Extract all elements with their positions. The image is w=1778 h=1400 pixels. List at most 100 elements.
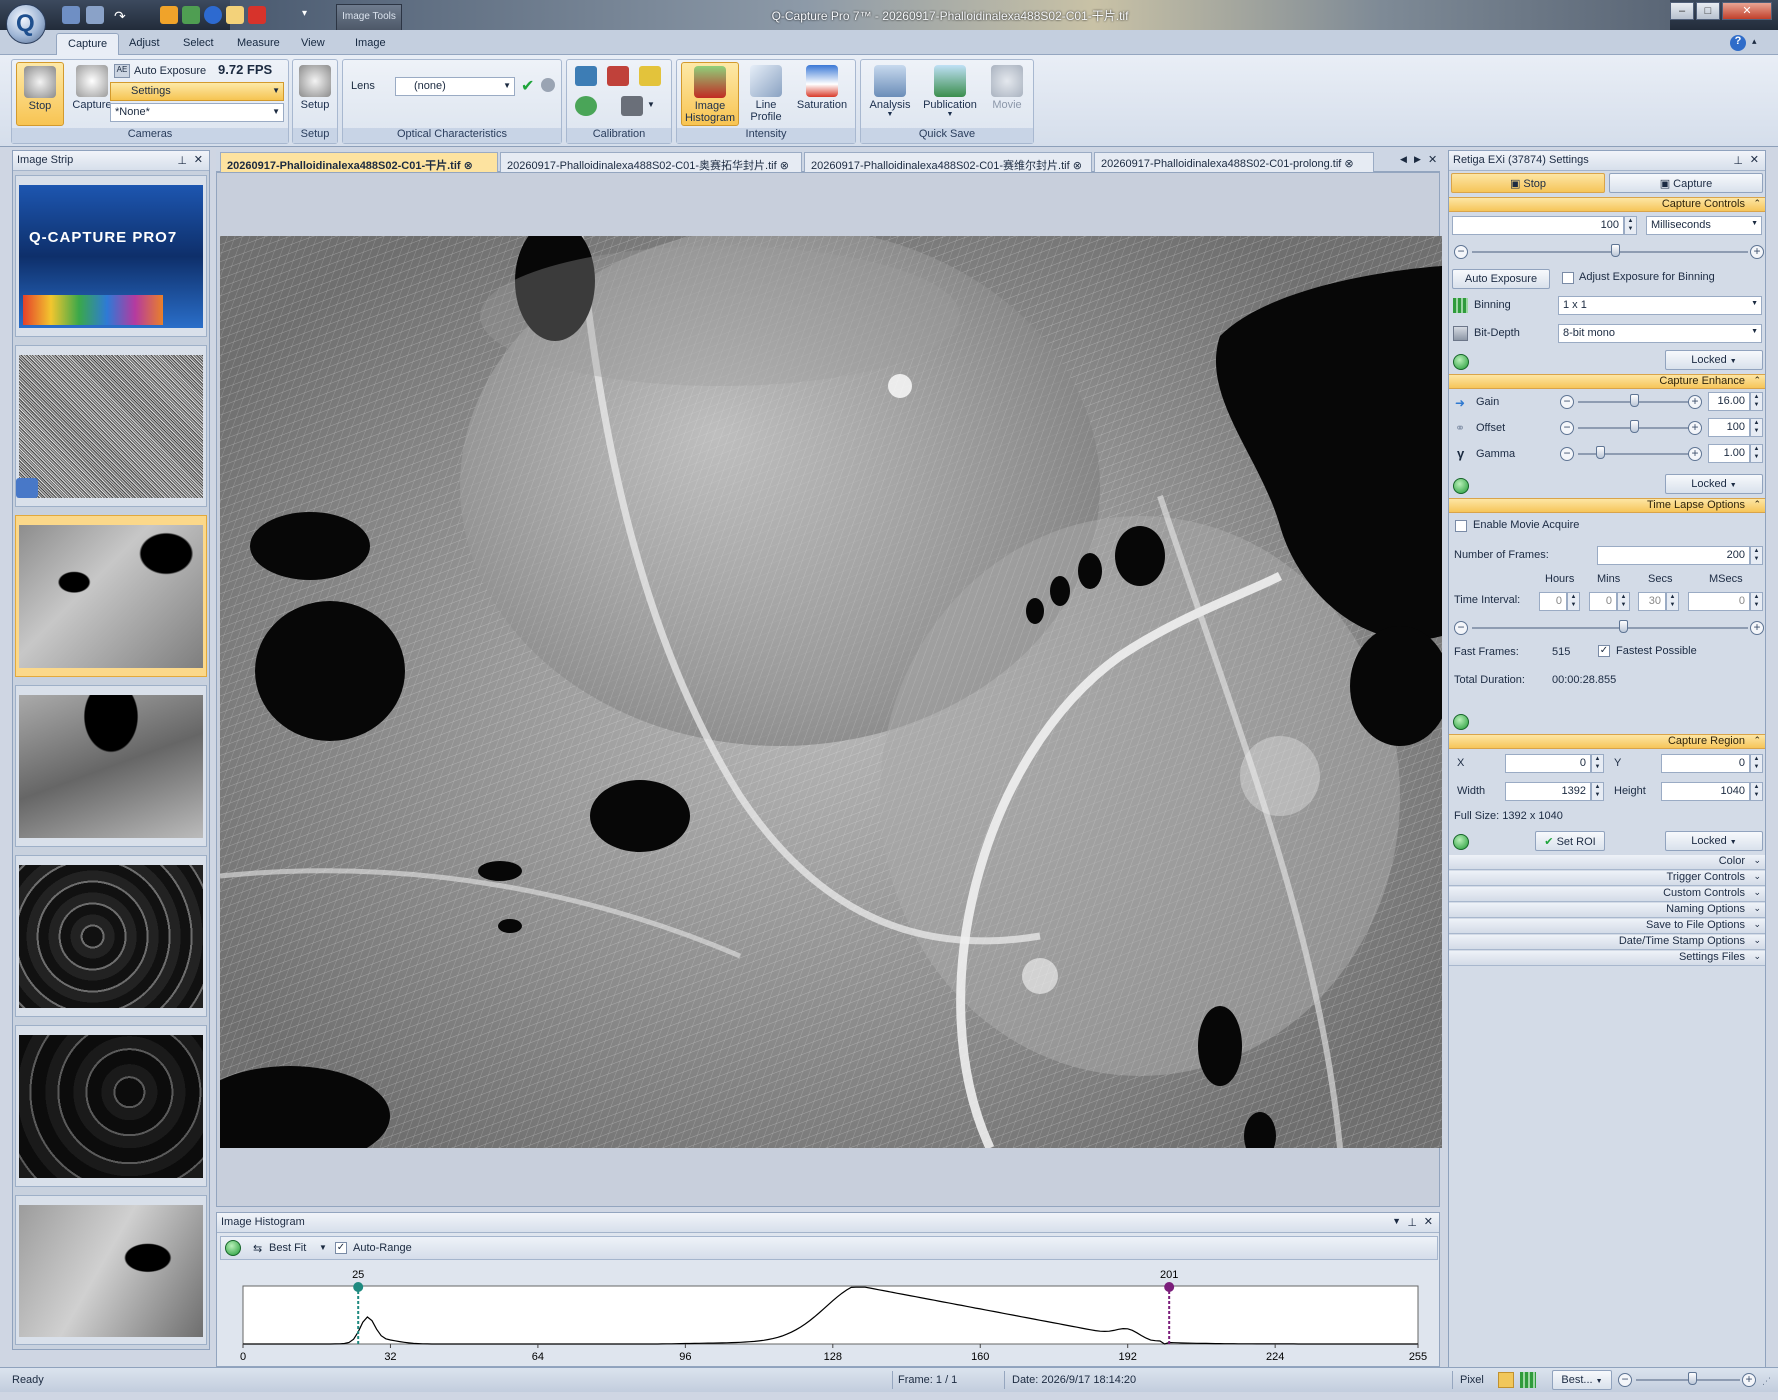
- exposure-input[interactable]: 100: [1452, 216, 1624, 235]
- preset-dropdown[interactable]: *None* ▼: [110, 103, 284, 122]
- gain-decrease-button[interactable]: −: [1560, 395, 1574, 409]
- thumbnail-image[interactable]: [15, 685, 207, 847]
- pointer-icon[interactable]: [226, 6, 244, 24]
- grid-view-icon[interactable]: [1520, 1372, 1536, 1388]
- exposure-unit-dropdown[interactable]: Milliseconds ▼: [1646, 216, 1762, 235]
- high-marker-handle[interactable]: [1164, 1282, 1175, 1292]
- capture-region-lock-dropdown[interactable]: Locked ▼: [1665, 831, 1763, 851]
- gain-spinner[interactable]: ▲ ▼: [1750, 392, 1763, 411]
- document-tab[interactable]: 20260917-Phalloidinalexa488S02-C01-干片.ti…: [220, 152, 498, 172]
- tool-icon[interactable]: [182, 6, 200, 24]
- saturation-button[interactable]: Saturation: [791, 62, 853, 126]
- close-icon[interactable]: ⊗: [464, 160, 473, 172]
- new-icon[interactable]: [62, 6, 80, 24]
- gamma-increase-button[interactable]: +: [1688, 447, 1702, 461]
- width-input[interactable]: 1392: [1505, 782, 1591, 801]
- tab-select[interactable]: Select: [172, 33, 225, 55]
- zoom-slider-thumb[interactable]: [1688, 1372, 1698, 1385]
- naming-options-header[interactable]: Naming Options ⌄: [1449, 903, 1765, 918]
- settings-dropdown[interactable]: Settings ▼: [110, 82, 284, 101]
- pin-icon[interactable]: ⊥: [1407, 1216, 1417, 1229]
- capture-controls-header[interactable]: Capture Controls ⌃: [1449, 197, 1765, 212]
- interval-increase-button[interactable]: +: [1750, 621, 1764, 635]
- mins-input[interactable]: 0: [1589, 592, 1617, 611]
- tab-scroll-right-icon[interactable]: ▶: [1414, 154, 1421, 165]
- time-lapse-header[interactable]: Time Lapse Options ⌃: [1449, 498, 1765, 513]
- interval-slider-thumb[interactable]: [1618, 620, 1628, 633]
- secs-input[interactable]: 30: [1638, 592, 1666, 611]
- refresh-icon[interactable]: [1453, 714, 1469, 730]
- enable-movie-checkbox[interactable]: [1455, 520, 1467, 532]
- height-spinner[interactable]: ▲ ▼: [1750, 782, 1763, 801]
- image-histogram-button[interactable]: Image Histogram: [681, 62, 739, 126]
- paint-icon[interactable]: [160, 6, 178, 24]
- lens-dropdown[interactable]: (none) ▼: [395, 77, 515, 96]
- calibration-camera-icon[interactable]: [575, 66, 597, 86]
- publication-button[interactable]: Publication ▼: [919, 62, 981, 126]
- tab-measure[interactable]: Measure: [226, 33, 291, 55]
- zoom-dropdown[interactable]: Best... ▼: [1552, 1370, 1612, 1390]
- interval-slider-track[interactable]: [1472, 627, 1748, 629]
- mins-spinner[interactable]: ▲ ▼: [1617, 592, 1630, 611]
- gamma-spinner[interactable]: ▲ ▼: [1750, 444, 1763, 463]
- ribbon-collapse-icon[interactable]: ▴: [1752, 36, 1757, 47]
- settings-stop-button[interactable]: ▣ Stop: [1451, 173, 1605, 193]
- close-icon[interactable]: ✕: [1750, 153, 1759, 166]
- analysis-button[interactable]: Analysis ▼: [865, 62, 915, 126]
- calibration-ruler-icon[interactable]: [607, 66, 629, 86]
- thumbnail-splash[interactable]: Q-CAPTURE PRO7: [15, 175, 207, 337]
- check-icon[interactable]: ✔: [521, 76, 534, 96]
- auto-exposure-button[interactable]: Auto Exposure: [134, 65, 206, 77]
- offset-spinner[interactable]: ▲ ▼: [1750, 418, 1763, 437]
- tab-capture[interactable]: Capture: [56, 33, 120, 55]
- adjust-binning-checkbox[interactable]: [1562, 272, 1574, 284]
- maximize-button[interactable]: □: [1696, 2, 1720, 20]
- tab-view[interactable]: View: [290, 33, 336, 55]
- frames-spinner[interactable]: ▲ ▼: [1750, 546, 1763, 565]
- refresh-icon[interactable]: [1453, 478, 1469, 494]
- auto-range-checkbox[interactable]: ✓: [335, 1242, 347, 1254]
- close-icon[interactable]: ⊗: [1073, 160, 1082, 172]
- customize-qat-icon[interactable]: ▾: [302, 8, 320, 26]
- calibration-refresh-icon[interactable]: [575, 96, 597, 116]
- gain-input[interactable]: 16.00: [1708, 392, 1750, 411]
- close-icon[interactable]: ⊗: [780, 160, 789, 172]
- hours-spinner[interactable]: ▲ ▼: [1567, 592, 1580, 611]
- capture-region-header[interactable]: Capture Region ⌃: [1449, 734, 1765, 749]
- minimize-button[interactable]: –: [1670, 2, 1694, 20]
- thumbnail-image[interactable]: [15, 1195, 207, 1345]
- close-icon[interactable]: ✕: [1428, 153, 1437, 166]
- bit-depth-dropdown[interactable]: 8-bit mono ▼: [1558, 324, 1762, 343]
- trigger-controls-header[interactable]: Trigger Controls ⌄: [1449, 871, 1765, 886]
- msecs-input[interactable]: 0: [1688, 592, 1750, 611]
- tab-scroll-left-icon[interactable]: ◀: [1400, 154, 1407, 165]
- help-icon[interactable]: ?: [1730, 35, 1746, 51]
- settings-files-header[interactable]: Settings Files ⌄: [1449, 951, 1765, 966]
- refresh-icon[interactable]: [1453, 354, 1469, 370]
- gamma-decrease-button[interactable]: −: [1560, 447, 1574, 461]
- hours-input[interactable]: 0: [1539, 592, 1567, 611]
- line-profile-button[interactable]: Line Profile: [743, 62, 789, 126]
- gain-slider-thumb[interactable]: [1630, 394, 1639, 407]
- calibration-scale-icon[interactable]: [639, 66, 661, 86]
- thumbnail-image[interactable]: [15, 1025, 207, 1187]
- close-button[interactable]: ✕: [1722, 2, 1772, 20]
- gain-increase-button[interactable]: +: [1688, 395, 1702, 409]
- capture-enhance-header[interactable]: Capture Enhance ⌃: [1449, 374, 1765, 389]
- best-fit-button[interactable]: Best Fit: [269, 1242, 306, 1254]
- capture-enhance-lock-dropdown[interactable]: Locked ▼: [1665, 474, 1763, 494]
- height-input[interactable]: 1040: [1661, 782, 1750, 801]
- color-section-header[interactable]: Color ⌄: [1449, 855, 1765, 870]
- pin-icon[interactable]: ⊥: [1733, 154, 1743, 167]
- fastest-possible-checkbox[interactable]: ✓: [1598, 645, 1610, 657]
- info-icon[interactable]: [204, 6, 222, 24]
- close-icon[interactable]: ⊗: [1344, 158, 1353, 170]
- thumbnail-image[interactable]: [15, 855, 207, 1017]
- custom-controls-header[interactable]: Custom Controls ⌄: [1449, 887, 1765, 902]
- gamma-input[interactable]: 1.00: [1708, 444, 1750, 463]
- capture-button[interactable]: Capture: [68, 62, 116, 126]
- secs-spinner[interactable]: ▲ ▼: [1666, 592, 1679, 611]
- settings-capture-button[interactable]: ▣ Capture: [1609, 173, 1763, 193]
- gamma-slider-thumb[interactable]: [1595, 446, 1605, 459]
- stop-button[interactable]: Stop: [16, 62, 64, 126]
